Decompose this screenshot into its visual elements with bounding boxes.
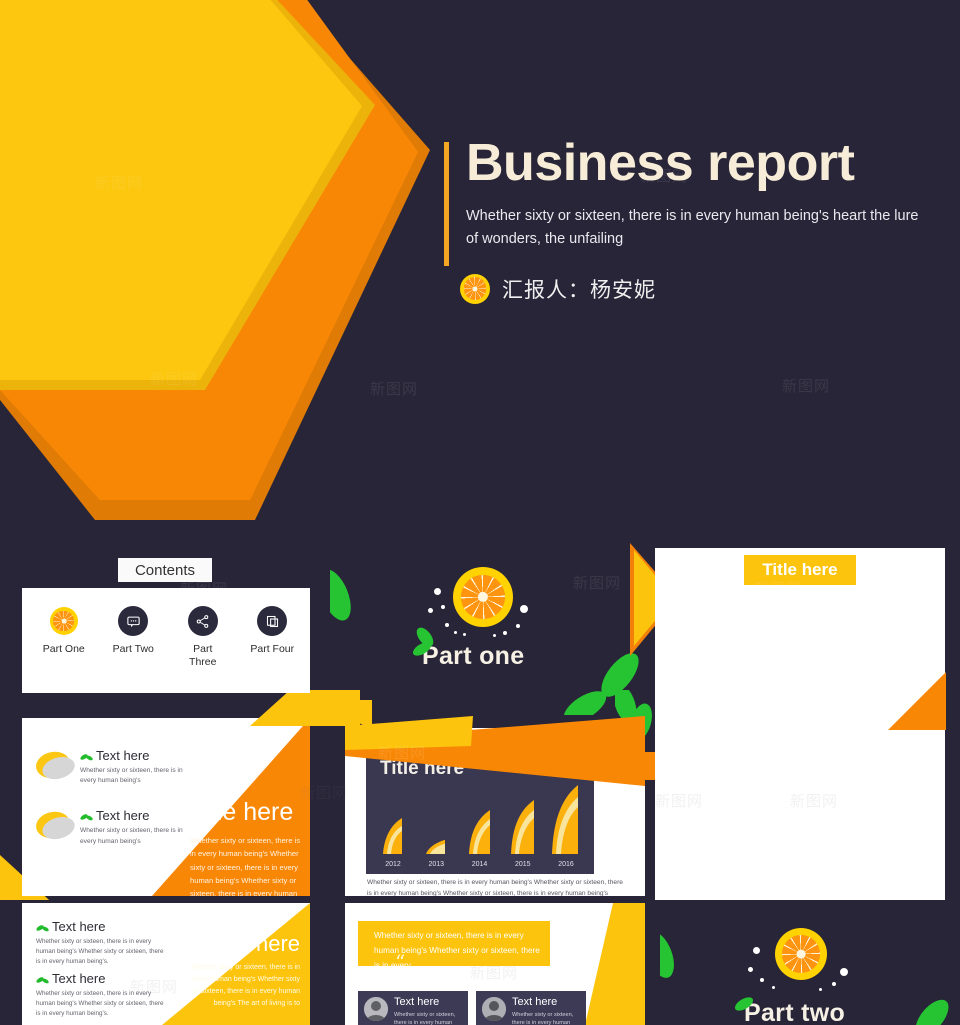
- part-one-label: Part one: [422, 642, 525, 670]
- lemon-row-title: Text here: [96, 808, 150, 824]
- bar-chart-caption: Whether sixty or sixteen, there is in ev…: [367, 879, 623, 896]
- contents-item-label: Part One: [42, 643, 85, 655]
- contents-item-part-three[interactable]: Part Three: [179, 606, 227, 669]
- sparkle-dot: [772, 986, 775, 989]
- bar-year-label: 2013: [428, 861, 445, 868]
- part-two-label: Part two: [744, 999, 846, 1025]
- contents-item-label: Part Two: [112, 643, 154, 655]
- contents-item-label: Part Four: [250, 643, 295, 655]
- sparkle-dot: [503, 631, 507, 635]
- person-card[interactable]: Text here Whether sixty or sixteen, ther…: [476, 991, 586, 1025]
- lemon-icon: [33, 808, 73, 843]
- lemon-card-panel-title: Title here: [190, 798, 294, 826]
- bottom-left-panel-body: Whether sixty or sixteen, there is in ev…: [191, 964, 300, 1007]
- contents-icon-wrap: [187, 606, 218, 636]
- contents-tab-label: Contents: [118, 558, 212, 582]
- orange-slice-icon: [775, 928, 827, 980]
- bottom-left-panel-title: Title here: [209, 931, 300, 956]
- lemon-card-panel-body: Whether sixty or sixteen, there is in ev…: [190, 836, 301, 896]
- part-two-block: Part two: [660, 900, 960, 1025]
- avatar: [364, 997, 388, 1021]
- avatar-photo: [482, 997, 506, 1021]
- bottom-left-row-title: Text here: [52, 971, 106, 986]
- bar-wedge: [383, 818, 402, 854]
- bottom-left-row-body: Whether sixty or sixteen, there is in ev…: [36, 990, 164, 1018]
- sparkle-dot: [753, 947, 760, 954]
- lemon-row[interactable]: Text here Whether sixty or sixteen, ther…: [22, 747, 183, 786]
- hero-section: Business report Whether sixty or sixteen…: [444, 136, 944, 304]
- person-body: Whether sixty or sixteen, there is in ev…: [394, 1012, 456, 1025]
- sparkle-dot: [434, 588, 441, 595]
- yellow-corner-decor: [334, 700, 372, 728]
- sparkle-dot: [445, 623, 449, 627]
- orange-slice-icon: [453, 567, 513, 627]
- hero-subtitle: Whether sixty or sixteen, there is in ev…: [466, 207, 919, 248]
- contents-icon-wrap: [257, 606, 288, 636]
- contents-item-part-four[interactable]: Part Four: [249, 606, 297, 669]
- leaf-icon: [80, 754, 93, 761]
- sparkle-dot: [493, 634, 496, 637]
- person-card[interactable]: Text here Whether sixty or sixteen, ther…: [358, 991, 468, 1025]
- sparkle-dot: [428, 608, 433, 613]
- leaf-icon: [412, 642, 432, 656]
- sparkle-dot: [520, 605, 528, 613]
- sparkle-dot: [454, 631, 457, 634]
- leaf-icon: [36, 977, 49, 984]
- bottom-left-row-body: Whether sixty or sixteen, there is in ev…: [36, 938, 164, 966]
- page-title: Business report: [466, 134, 855, 192]
- contents-icon-wrap: [49, 606, 79, 636]
- sparkle-dot: [840, 968, 848, 976]
- contents-item-part-two[interactable]: Part Two: [110, 606, 158, 669]
- orange-corner-triangle: [888, 672, 946, 730]
- lemon-row-title: Text here: [96, 748, 150, 763]
- bar-year-label: 2012: [385, 861, 401, 868]
- orange-slice-icon: [49, 607, 78, 635]
- person-title: Text here: [512, 996, 558, 1008]
- leaf-icon: [734, 997, 754, 1011]
- lemon-row[interactable]: Text here Whether sixty or sixteen, ther…: [22, 808, 183, 846]
- chat-bubble-icon: [127, 616, 140, 627]
- contents-icon-wrap: [118, 606, 149, 636]
- bar-year-label: 2014: [471, 861, 488, 868]
- bottom-left-row-title: Text here: [52, 919, 106, 934]
- avatar: [482, 997, 506, 1021]
- part-one-block: Part one: [330, 555, 650, 715]
- bar-column: 2012: [377, 812, 409, 868]
- lemon-row-body: Whether sixty or sixteen, there is in ev…: [80, 767, 183, 785]
- sparkle-dot: [819, 988, 822, 991]
- leaf-icon: [36, 925, 49, 932]
- lemon-icon: [33, 747, 73, 783]
- bar-wedge: [426, 839, 446, 854]
- right-card-title: Title here: [744, 555, 856, 585]
- avatar-photo: [364, 997, 388, 1021]
- orange-sash-decor: [345, 716, 645, 786]
- bar-year-label: 2015: [514, 861, 531, 868]
- sparkle-dot: [760, 978, 764, 982]
- sparkle-dot: [441, 605, 445, 609]
- copy-layers-icon: [266, 615, 278, 627]
- hero-accent-bar: [444, 142, 449, 266]
- hero-author-name: 汇报人：杨安妮: [502, 278, 656, 302]
- lemon-row-body: Whether sixty or sixteen, there is in ev…: [80, 827, 183, 845]
- sparkle-dot: [463, 633, 466, 636]
- bottom-left-card[interactable]: Text here Whether sixty or sixteen, ther…: [22, 903, 310, 1025]
- contents-icon-row: Part One Part Two Part Three Part Four: [22, 588, 310, 669]
- contents-card[interactable]: Part One Part Two Part Three Part Four: [22, 588, 310, 693]
- contents-item-label: Part Three: [189, 643, 217, 669]
- sparkle-dot: [832, 982, 836, 986]
- bar-year-label: 2016: [558, 861, 574, 868]
- quote-box: “ Whether sixty or sixteen, there is in …: [358, 921, 550, 974]
- quote-mark-icon: “: [395, 950, 406, 974]
- leaf-icon: [80, 814, 93, 821]
- sparkle-dot: [748, 967, 753, 972]
- contents-item-part-one[interactable]: Part One: [40, 606, 88, 669]
- person-title: Text here: [394, 996, 440, 1008]
- orange-slice-icon: [460, 273, 490, 304]
- hero-author-row: 汇报人：杨安妮: [460, 273, 944, 304]
- slide-canvas: Business report Whether sixty or sixteen…: [0, 0, 960, 1025]
- person-body: Whether sixty or sixteen, there is in ev…: [512, 1012, 574, 1025]
- share-icon: [196, 614, 209, 628]
- sparkle-dot: [516, 624, 520, 628]
